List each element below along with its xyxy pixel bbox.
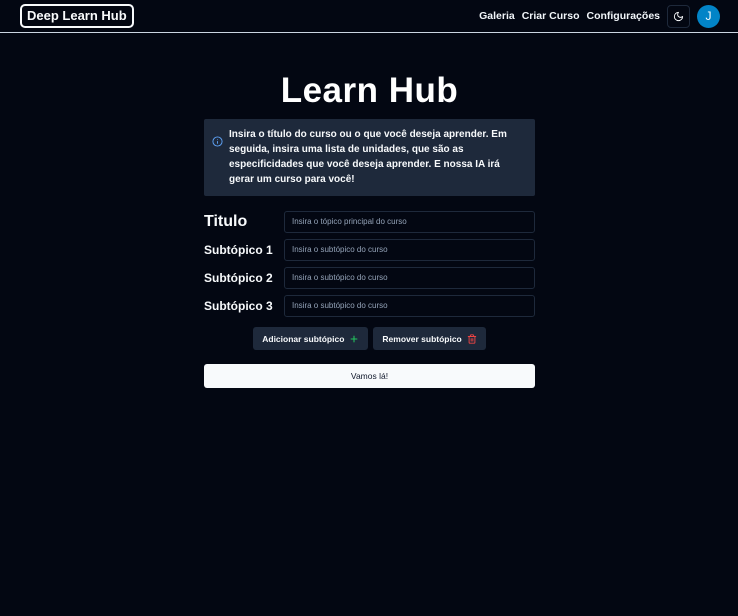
add-subtopic-label: Adicionar subtópico <box>262 333 345 344</box>
plus-icon <box>350 335 358 342</box>
moon-icon <box>673 11 684 21</box>
top-navbar: Deep Learn Hub Galeria Criar Curso Confi… <box>0 0 738 33</box>
subtopic-row-2: Subtópico 2 <box>204 266 535 289</box>
title-label: Titulo <box>204 212 248 230</box>
info-icon <box>212 136 223 147</box>
nav-link-galeria[interactable]: Galeria <box>479 10 515 22</box>
subtopic-1-label: Subtópico 1 <box>204 242 273 257</box>
trash-icon <box>467 333 476 344</box>
nav-link-criar-curso[interactable]: Criar Curso <box>522 10 580 22</box>
course-form-container: Learn Hub Insira o título do curso ou o … <box>204 70 535 388</box>
nav-links: Galeria Criar Curso Configurações J <box>472 4 720 28</box>
subtopic-2-input[interactable] <box>284 266 535 289</box>
subtopic-1-input[interactable] <box>284 238 535 261</box>
title-input[interactable] <box>284 210 535 233</box>
subtopic-2-label: Subtópico 2 <box>204 270 273 285</box>
title-row: Titulo <box>204 210 535 233</box>
nav-link-configuracoes[interactable]: Configurações <box>586 10 660 22</box>
info-text: Insira o título do curso ou o que você d… <box>229 129 507 185</box>
remove-subtopic-button[interactable]: Remover subtópico <box>373 327 486 350</box>
page-title: Learn Hub <box>280 71 459 110</box>
logo[interactable]: Deep Learn Hub <box>20 4 134 28</box>
theme-toggle-button[interactable] <box>667 4 690 28</box>
info-alert: Insira o título do curso ou o que você d… <box>204 119 535 196</box>
user-avatar[interactable]: J <box>697 4 720 28</box>
submit-button[interactable]: Vamos lá! <box>204 364 535 388</box>
subtopic-3-label: Subtópico 3 <box>204 298 273 313</box>
subtopic-row-1: Subtópico 1 <box>204 238 535 261</box>
subtopic-row-3: Subtópico 3 <box>204 294 535 317</box>
subtopic-actions: Adicionar subtópico Remover subtópico <box>204 327 535 350</box>
subtopic-3-input[interactable] <box>284 294 535 317</box>
remove-subtopic-label: Remover subtópico <box>382 333 462 344</box>
add-subtopic-button[interactable]: Adicionar subtópico <box>253 327 369 350</box>
